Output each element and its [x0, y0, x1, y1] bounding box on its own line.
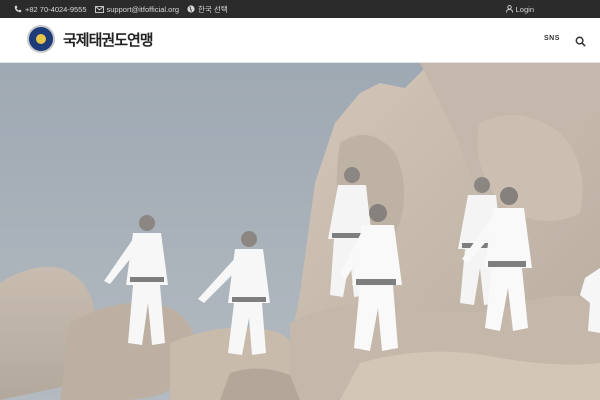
hero-image [0, 63, 600, 400]
language-label: 한국 선택 [198, 4, 228, 14]
language-selector[interactable]: 한국 선택 [187, 4, 228, 15]
login-label: Login [515, 4, 534, 14]
site-header: 국제태권도연맹 SNS [0, 18, 600, 63]
logo-text: 국제태권도연맹 [63, 30, 154, 49]
user-icon [505, 5, 513, 13]
mountain-scene [0, 63, 600, 400]
email-address: support@itfofficial.org [106, 4, 180, 14]
search-button[interactable] [575, 34, 587, 47]
login-link[interactable]: Login [505, 4, 534, 14]
phone-contact[interactable]: +82 70-4024-9555 [14, 5, 87, 14]
email-contact[interactable]: support@itfofficial.org [94, 4, 180, 14]
phone-number: +82 70-4024-9555 [25, 4, 87, 14]
envelope-icon [94, 5, 104, 13]
federation-emblem [27, 25, 55, 53]
top-bar: +82 70-4024-9555 support@itfofficial.org… [0, 0, 600, 18]
phone-icon [14, 5, 22, 13]
globe-icon [187, 5, 195, 13]
sns-menu[interactable]: SNS [544, 35, 560, 42]
site-logo[interactable]: 국제태권도연맹 [27, 25, 154, 53]
search-icon [575, 36, 586, 47]
